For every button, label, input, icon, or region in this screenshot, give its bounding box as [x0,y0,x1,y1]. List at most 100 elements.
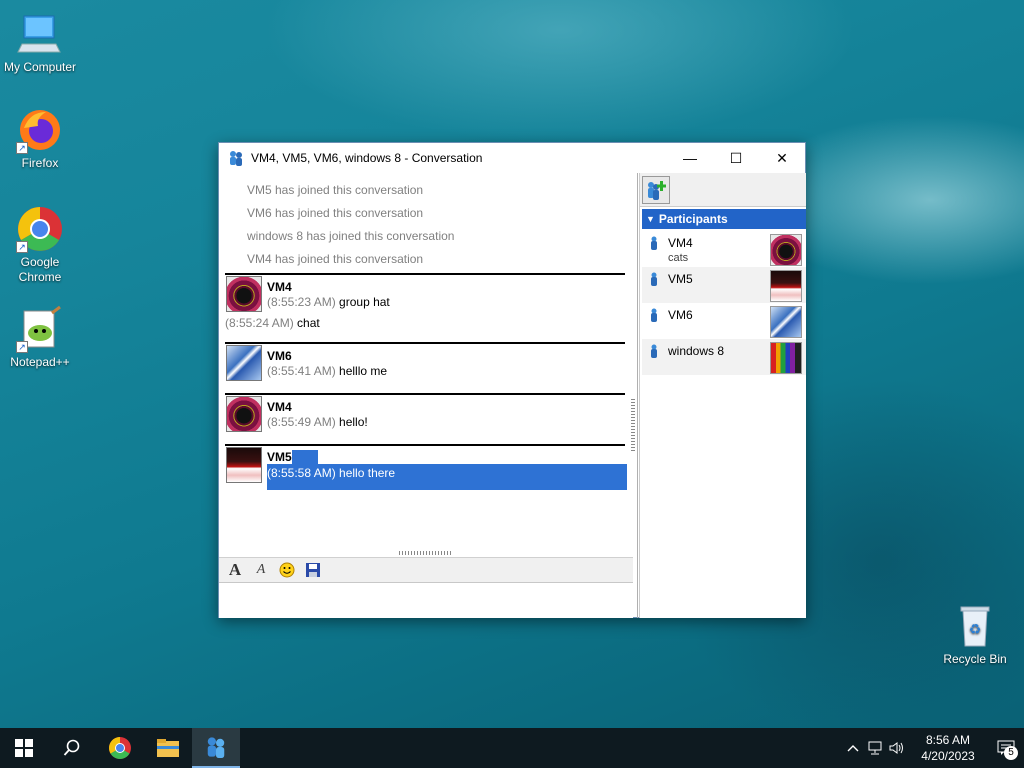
speaker-icon [889,742,903,754]
avatar [226,447,262,483]
message-sender: VM4 [267,400,292,414]
network-icon [868,741,882,755]
message-timestamp: (8:55:23 AM) [267,295,336,309]
user-icon [651,344,657,358]
start-button[interactable] [0,728,48,768]
participant-item[interactable]: VM6 [642,303,806,339]
desktop-icon-recycle-bin[interactable]: ♻ Recycle Bin [935,602,1015,667]
participants-header-label: Participants [658,212,728,226]
close-button[interactable]: ✕ [759,143,805,173]
font-button[interactable]: A [225,560,245,580]
desktop-icon-label: Google Chrome [18,255,62,284]
add-participant-button[interactable] [642,176,670,204]
avatar [226,345,262,381]
messenger-app-icon [229,150,243,166]
desktop-icon-firefox[interactable]: ↗ Firefox [0,106,80,171]
system-message: windows 8 has joined this conversation [247,229,455,243]
taskbar-file-explorer[interactable] [144,728,192,768]
message-timestamp: (8:55:41 AM) [267,364,336,378]
desktop-icon-chrome[interactable]: ↗ Google Chrome [0,205,80,285]
message-sender: VM5 [267,450,318,464]
desktop-icon-label: Notepad++ [10,355,70,369]
desktop-icon-my-computer[interactable]: My Computer [0,10,80,75]
shortcut-arrow-icon: ↗ [16,241,28,253]
chevron-up-icon [847,745,859,752]
message-timestamp: (8:55:24 AM) [225,316,294,330]
message-text: group hat [339,295,390,309]
save-button[interactable] [303,560,323,580]
show-hidden-icons-button[interactable] [842,728,864,768]
message-text: chat [297,316,320,330]
participant-name: VM4 [668,236,693,250]
font-style-button[interactable]: A [251,560,271,580]
horizontal-splitter-grip[interactable] [399,551,453,555]
message-block: VM5 (8:55:58 AM) hello there [225,444,627,494]
message-line: (8:55:23 AM) group hat [267,295,390,309]
message-sender: VM4 [267,280,292,294]
taskbar-chrome[interactable] [96,728,144,768]
participant-item[interactable]: windows 8 [642,339,806,375]
search-icon [63,739,80,756]
participant-item[interactable]: VM4 cats [642,231,806,267]
participant-status: cats [668,252,689,264]
search-button[interactable] [48,728,96,768]
user-icon [651,272,657,286]
message-text: helllo me [339,364,388,378]
computer-icon [16,10,64,58]
shortcut-arrow-icon: ↗ [16,142,28,154]
message-text: hello! [339,415,368,429]
folder-icon [157,739,179,757]
emoticon-button[interactable] [277,560,297,580]
chrome-icon [109,737,131,759]
collapse-triangle-icon: ▼ [646,214,655,224]
message-block: VM6 (8:55:41 AM) helllo me [225,342,625,388]
add-user-icon [648,181,666,200]
user-icon [651,308,657,322]
format-toolbar: A A [219,557,633,583]
selection-highlight [291,450,318,464]
system-message: VM5 has joined this conversation [247,183,424,197]
window-titlebar[interactable]: VM4, VM5, VM6, windows 8 - Conversation … [219,143,805,173]
action-center-button[interactable]: 5 [988,728,1024,768]
windows-logo-icon [15,739,33,757]
desktop-icon-notepadpp[interactable]: ↗ Notepad++ [0,305,80,370]
clock-time: 8:56 AM [925,733,971,747]
system-message: VM6 has joined this conversation [247,206,424,220]
network-button[interactable] [864,728,886,768]
participant-name: VM5 [668,272,693,286]
message-line: (8:55:41 AM) helllo me [267,364,387,378]
message-line: (8:55:58 AM) hello there [267,464,627,490]
participants-toolbar [640,173,806,207]
minimize-button[interactable]: — [667,143,713,173]
messenger-app-icon [207,737,225,758]
message-block: VM4 (8:55:49 AM) hello! [225,393,625,439]
system-message: VM4 has joined this conversation [247,252,424,266]
taskbar-clock[interactable]: 8:56 AM 4/20/2023 [908,732,988,764]
desktop-icon-label: Recycle Bin [943,652,1007,666]
message-sender: VM6 [267,349,292,363]
chat-history[interactable]: VM5 has joined this conversation VM6 has… [219,173,629,550]
window-title: VM4, VM5, VM6, windows 8 - Conversation [251,151,483,165]
recycle-bin-icon: ♻ [951,602,999,650]
message-timestamp: (8:55:49 AM) [267,415,336,429]
message-input[interactable] [219,584,633,618]
participants-header[interactable]: ▼ Participants [642,209,806,229]
maximize-button[interactable]: ☐ [713,143,759,173]
participant-name: windows 8 [668,344,725,358]
avatar [770,306,802,338]
participant-name: VM6 [668,308,693,322]
notification-count-badge: 5 [1004,746,1018,760]
conversation-pane: VM5 has joined this conversation VM6 has… [219,173,637,618]
message-timestamp: (8:55:58 AM) [267,466,336,480]
participant-item[interactable]: VM5 [642,267,806,303]
notepadpp-icon: ↗ [16,305,64,353]
pane-divider[interactable] [637,173,638,618]
volume-button[interactable] [886,728,908,768]
chrome-icon: ↗ [16,205,64,253]
vertical-splitter-grip[interactable] [631,399,635,453]
avatar [770,270,802,302]
message-line: (8:55:49 AM) hello! [267,415,368,429]
taskbar: 8:56 AM 4/20/2023 5 [0,728,1024,768]
firefox-icon: ↗ [16,106,64,154]
taskbar-messenger[interactable] [192,728,240,768]
